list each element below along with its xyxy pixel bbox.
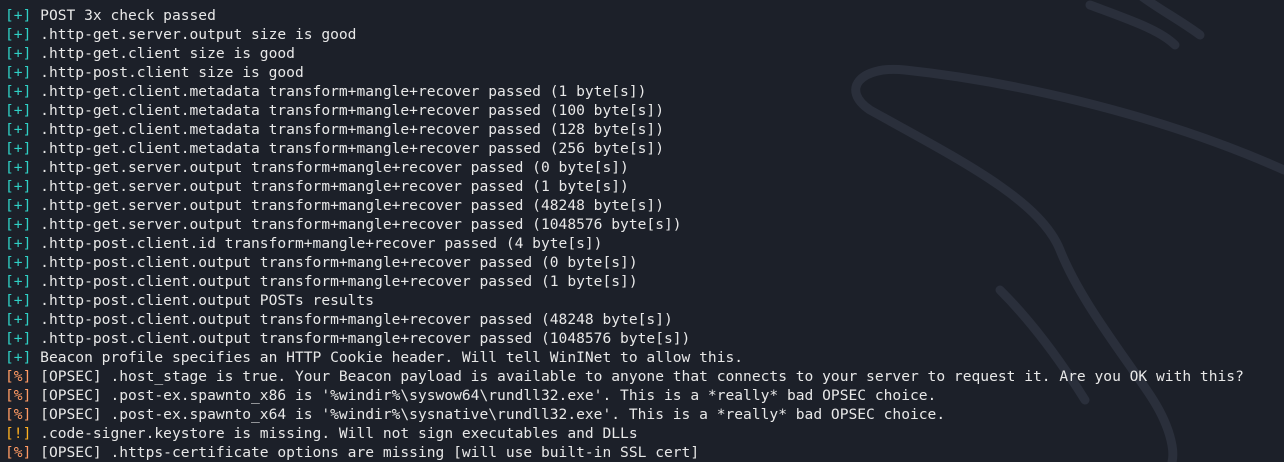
status-tag-ok: [+] <box>5 159 32 176</box>
line-message: .http-get.client.metadata transform+mang… <box>40 102 664 119</box>
status-tag-ok: [+] <box>5 121 32 138</box>
line-message: .http-get.client.metadata transform+mang… <box>40 121 664 138</box>
line-message: Beacon profile specifies an HTTP Cookie … <box>40 349 744 366</box>
line-message: .http-post.client.output transform+mangl… <box>40 254 638 271</box>
terminal-line: [+] Beacon profile specifies an HTTP Coo… <box>5 348 1284 367</box>
line-message: .http-post.client.output transform+mangl… <box>40 311 673 328</box>
terminal-line: [+] .http-get.server.output transform+ma… <box>5 158 1284 177</box>
status-tag-warn: [%] <box>5 387 32 404</box>
line-message: .http-get.server.output transform+mangle… <box>40 197 664 214</box>
status-tag-warn: [%] <box>5 406 32 423</box>
terminal-line: [+] .http-get.server.output transform+ma… <box>5 196 1284 215</box>
line-message: .http-get.server.output transform+mangle… <box>40 159 629 176</box>
status-tag-ok: [+] <box>5 7 32 24</box>
status-tag-ok: [+] <box>5 311 32 328</box>
terminal-line: [+] .http-get.server.output transform+ma… <box>5 177 1284 196</box>
status-tag-ok: [+] <box>5 83 32 100</box>
status-tag-ok: [+] <box>5 235 32 252</box>
status-tag-ok: [+] <box>5 178 32 195</box>
terminal-output: [+] POST 3x check passed [+] .http-get.se… <box>5 6 1284 462</box>
line-message: POST 3x check passed <box>40 7 216 24</box>
terminal-line: [+] .http-get.client.metadata transform+… <box>5 120 1284 139</box>
terminal-line: [+] .http-post.client.output POSTs resul… <box>5 291 1284 310</box>
status-tag-ok: [+] <box>5 216 32 233</box>
terminal-line: [+] .http-post.client.output transform+m… <box>5 272 1284 291</box>
line-message: .http-get.client.metadata transform+mang… <box>40 83 647 100</box>
line-message: [OPSEC] .https-certificate options are m… <box>40 444 700 461</box>
terminal-line: [!] .code-signer.keystore is missing. Wi… <box>5 424 1284 443</box>
terminal-line: [+] .http-get.client.metadata transform+… <box>5 139 1284 158</box>
status-tag-ok: [+] <box>5 45 32 62</box>
terminal-line: [+] POST 3x check passed <box>5 6 1284 25</box>
line-message: .http-get.client size is good <box>40 45 295 62</box>
terminal-line: [%] [OPSEC] .https-certificate options a… <box>5 443 1284 462</box>
status-tag-ok: [+] <box>5 292 32 309</box>
terminal-line: [%] [OPSEC] .host_stage is true. Your Be… <box>5 367 1284 386</box>
line-message: .http-post.client.output transform+mangl… <box>40 330 691 347</box>
status-tag-ok: [+] <box>5 64 32 81</box>
line-message: [OPSEC] .host_stage is true. Your Beacon… <box>40 368 1244 385</box>
status-tag-ok: [+] <box>5 102 32 119</box>
terminal-line: [%] [OPSEC] .post-ex.spawnto_x64 is '%wi… <box>5 405 1284 424</box>
terminal-line: [+] .http-post.client.output transform+m… <box>5 329 1284 348</box>
status-tag-ok: [+] <box>5 349 32 366</box>
terminal-line: [+] .http-post.client.id transform+mangl… <box>5 234 1284 253</box>
status-tag-ok: [+] <box>5 273 32 290</box>
line-message: .http-get.server.output transform+mangle… <box>40 178 629 195</box>
line-message: .http-get.client.metadata transform+mang… <box>40 140 664 157</box>
status-tag-ok: [+] <box>5 26 32 43</box>
status-tag-ok: [+] <box>5 330 32 347</box>
line-message: [OPSEC] .post-ex.spawnto_x86 is '%windir… <box>40 387 937 404</box>
line-message: .http-post.client size is good <box>40 64 304 81</box>
terminal-line: [+] .http-get.client.metadata transform+… <box>5 82 1284 101</box>
status-tag-ok: [+] <box>5 197 32 214</box>
terminal-line: [+] .http-post.client size is good <box>5 63 1284 82</box>
terminal-line: [+] .http-get.server.output transform+ma… <box>5 215 1284 234</box>
terminal-line: [%] [OPSEC] .post-ex.spawnto_x86 is '%wi… <box>5 386 1284 405</box>
line-message: .http-get.server.output size is good <box>40 26 357 43</box>
line-message: .http-post.client.output transform+mangl… <box>40 273 638 290</box>
terminal-line: [+] .http-post.client.output transform+m… <box>5 253 1284 272</box>
line-message: .http-post.client.output POSTs results <box>40 292 375 309</box>
terminal-line: [+] .http-get.server.output size is good <box>5 25 1284 44</box>
status-tag-ok: [+] <box>5 140 32 157</box>
status-tag-ok: [+] <box>5 254 32 271</box>
status-tag-warn: [%] <box>5 368 32 385</box>
status-tag-err: [!] <box>5 425 32 442</box>
terminal-line: [+] .http-get.client size is good <box>5 44 1284 63</box>
line-message: .http-post.client.id transform+mangle+re… <box>40 235 603 252</box>
line-message: [OPSEC] .post-ex.spawnto_x64 is '%windir… <box>40 406 946 423</box>
status-tag-warn: [%] <box>5 444 32 461</box>
terminal-line: [+] .http-get.client.metadata transform+… <box>5 101 1284 120</box>
terminal-line: [+] .http-post.client.output transform+m… <box>5 310 1284 329</box>
line-message: .code-signer.keystore is missing. Will n… <box>40 425 638 442</box>
line-message: .http-get.server.output transform+mangle… <box>40 216 682 233</box>
